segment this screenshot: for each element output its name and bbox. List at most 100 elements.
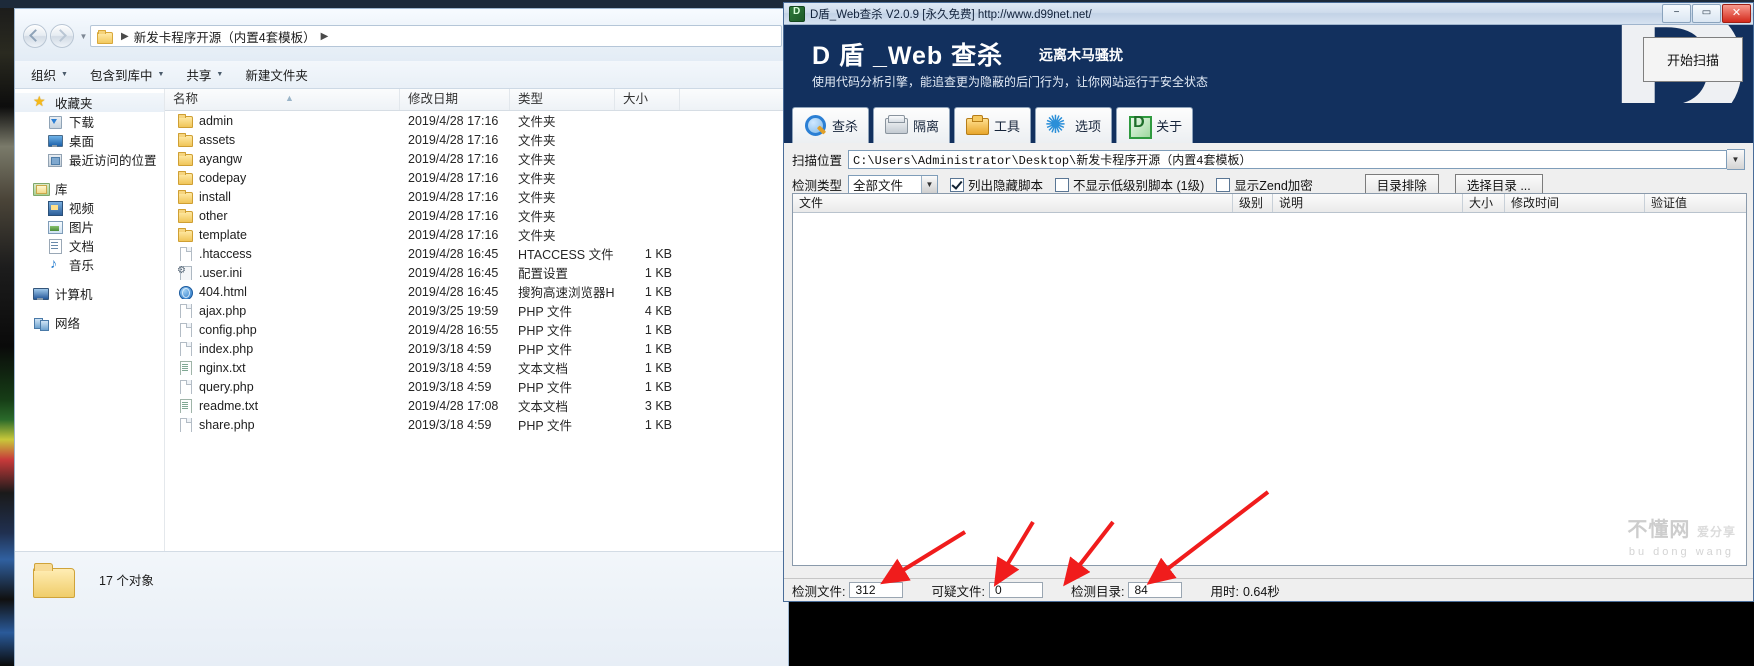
file-name-cell[interactable]: other	[165, 208, 400, 223]
file-name-cell[interactable]: .htaccess	[165, 246, 400, 261]
music-icon	[47, 255, 63, 272]
sidebar-item-computer[interactable]: 计算机	[15, 284, 164, 303]
checkbox-hide-low-level[interactable]: 不显示低级别脚本 (1级)	[1055, 175, 1204, 194]
checkbox-show-zend[interactable]: 显示Zend加密	[1216, 175, 1313, 194]
file-name-cell[interactable]: share.php	[165, 417, 400, 432]
file-name-cell[interactable]: .user.ini	[165, 265, 400, 280]
table-row[interactable]: ajax.php 2019/3/25 19:59 PHP 文件 4 KB	[165, 301, 788, 320]
file-name-cell[interactable]: codepay	[165, 170, 400, 185]
table-row[interactable]: .htaccess 2019/4/28 16:45 HTACCESS 文件 1 KB	[165, 244, 788, 263]
download-icon	[47, 115, 63, 129]
checkbox-label: 列出隐藏脚本	[968, 179, 1044, 193]
sidebar-item-libraries[interactable]: 库	[15, 179, 164, 198]
file-date-cell: 2019/3/18 4:59	[408, 379, 492, 394]
minimize-button[interactable]: −	[1662, 4, 1691, 23]
sidebar-item-videos[interactable]: 视频	[15, 198, 164, 217]
toolbar-include-in-library[interactable]: 包含到库中 ▼	[90, 65, 164, 84]
sidebar-item-favorites[interactable]: 收藏夹	[15, 93, 164, 112]
dshield-banner: D D 盾 _Web 查杀 远离木马骚扰 使用代码分析引擎，能追查更为隐蔽的后门…	[784, 25, 1753, 103]
table-row[interactable]: template 2019/4/28 17:16 文件夹	[165, 225, 788, 244]
grid-column-hash[interactable]: 验证值	[1645, 194, 1745, 212]
file-name-cell[interactable]: config.php	[165, 322, 400, 337]
tab-tools[interactable]: 工具	[954, 107, 1032, 143]
tab-scan[interactable]: 查杀	[792, 107, 870, 143]
grid-column-modified[interactable]: 修改时间	[1505, 194, 1645, 212]
dshield-title-bar[interactable]: D盾_Web查杀 V2.0.9 [永久免费] http://www.d99net…	[784, 3, 1753, 25]
file-name-cell[interactable]: query.php	[165, 379, 400, 394]
checkbox-list-hidden-scripts[interactable]: 列出隐藏脚本	[950, 175, 1043, 194]
table-row[interactable]: .user.ini 2019/4/28 16:45 配置设置 1 KB	[165, 263, 788, 282]
breadcrumb-current-folder[interactable]: 新发卡程序开源（内置4套模板）	[134, 27, 316, 46]
sidebar-item-music[interactable]: 音乐	[15, 255, 164, 274]
table-row[interactable]: config.php 2019/4/28 16:55 PHP 文件 1 KB	[165, 320, 788, 339]
file-name-cell[interactable]: ayangw	[165, 151, 400, 166]
address-bar[interactable]: ▶ 新发卡程序开源（内置4套模板） ▶	[90, 25, 782, 47]
breadcrumb-separator-icon-2[interactable]: ▶	[321, 31, 329, 42]
maximize-button[interactable]: ▭	[1692, 4, 1721, 23]
tab-quarantine[interactable]: 隔离	[873, 107, 951, 143]
file-name-cell[interactable]: index.php	[165, 341, 400, 356]
grid-column-file[interactable]: 文件	[793, 194, 1233, 212]
file-name-cell[interactable]: nginx.txt	[165, 360, 400, 375]
chevron-down-icon[interactable]: ▼	[921, 176, 938, 193]
tab-options[interactable]: 选项	[1035, 107, 1113, 143]
table-row[interactable]: index.php 2019/3/18 4:59 PHP 文件 1 KB	[165, 339, 788, 358]
checkbox-icon-unchecked[interactable]	[1055, 177, 1070, 192]
sidebar-item-documents[interactable]: 文档	[15, 236, 164, 255]
exclude-directory-button[interactable]: 目录排除	[1364, 174, 1439, 195]
toolbar-organize[interactable]: 组织 ▼	[31, 65, 68, 84]
checkbox-icon-checked[interactable]	[950, 177, 965, 192]
file-name-cell[interactable]: readme.txt	[165, 398, 400, 413]
file-name-cell[interactable]: assets	[165, 132, 400, 147]
toolbar-new-folder[interactable]: 新建文件夹	[245, 65, 308, 84]
dshield-window: D盾_Web查杀 V2.0.9 [永久免费] http://www.d99net…	[783, 2, 1754, 602]
recent-pages-dropdown-icon[interactable]: ▼	[77, 25, 90, 47]
column-header-size[interactable]: 大小	[615, 89, 680, 110]
tab-about[interactable]: 关于	[1116, 107, 1194, 143]
sidebar-item-recent-places[interactable]: 最近访问的位置	[15, 150, 164, 169]
file-name-cell[interactable]: install	[165, 189, 400, 204]
file-size-cell: 1 KB	[644, 246, 672, 261]
grid-column-level[interactable]: 级别	[1233, 194, 1273, 212]
grid-column-description[interactable]: 说明	[1273, 194, 1463, 212]
dshield-app-icon	[789, 5, 805, 22]
table-row[interactable]: readme.txt 2019/4/28 17:08 文本文档 3 KB	[165, 396, 788, 415]
table-row[interactable]: 404.html 2019/4/28 16:45 搜狗高速浏览器H... 1 KB	[165, 282, 788, 301]
sidebar-item-desktop[interactable]: 桌面	[15, 131, 164, 150]
table-row[interactable]: share.php 2019/3/18 4:59 PHP 文件 1 KB	[165, 415, 788, 434]
table-row[interactable]: ayangw 2019/4/28 17:16 文件夹	[165, 149, 788, 168]
file-name-cell[interactable]: template	[165, 227, 400, 242]
toolbar-share[interactable]: 共享 ▼	[186, 65, 223, 84]
scan-results-body[interactable]: 不懂网 爱分享 bu dong wang	[793, 213, 1746, 566]
select-directory-button[interactable]: 选择目录 ...	[1454, 174, 1543, 195]
close-button[interactable]: ✕	[1722, 4, 1751, 23]
table-row[interactable]: query.php 2019/3/18 4:59 PHP 文件 1 KB	[165, 377, 788, 396]
file-name-cell[interactable]: ajax.php	[165, 303, 400, 318]
column-header-name[interactable]: 名称 ▲	[165, 89, 400, 110]
table-row[interactable]: codepay 2019/4/28 17:16 文件夹	[165, 168, 788, 187]
table-row[interactable]: install 2019/4/28 17:16 文件夹	[165, 187, 788, 206]
file-name-label: admin	[199, 113, 234, 128]
checkbox-icon-unchecked-2[interactable]	[1216, 177, 1231, 192]
grid-column-size[interactable]: 大小	[1463, 194, 1505, 212]
scan-path-input[interactable]: C:\Users\Administrator\Desktop\新发卡程序开源（内…	[848, 150, 1727, 169]
sidebar-item-downloads[interactable]: 下载	[15, 112, 164, 131]
detect-type-select[interactable]: 全部文件 ▼	[848, 175, 939, 194]
file-name-label: nginx.txt	[199, 360, 246, 375]
start-scan-button[interactable]: 开始扫描	[1643, 37, 1743, 82]
column-header-date[interactable]: 修改日期	[400, 89, 510, 110]
sidebar-item-label: 网络	[55, 317, 81, 331]
scan-path-dropdown-icon[interactable]: ▼	[1727, 149, 1745, 170]
file-name-cell[interactable]: 404.html	[165, 285, 400, 299]
table-row[interactable]: other 2019/4/28 17:16 文件夹	[165, 206, 788, 225]
file-name-cell[interactable]: admin	[165, 113, 400, 128]
status-elapsed-value: 0.64秒	[1242, 584, 1280, 599]
forward-button[interactable]	[50, 24, 74, 48]
table-row[interactable]: nginx.txt 2019/3/18 4:59 文本文档 1 KB	[165, 358, 788, 377]
table-row[interactable]: admin 2019/4/28 17:16 文件夹	[165, 111, 788, 130]
column-header-type[interactable]: 类型	[510, 89, 615, 110]
sidebar-item-network[interactable]: 网络	[15, 313, 164, 332]
back-button[interactable]	[23, 24, 47, 48]
sidebar-item-pictures[interactable]: 图片	[15, 217, 164, 236]
table-row[interactable]: assets 2019/4/28 17:16 文件夹	[165, 130, 788, 149]
